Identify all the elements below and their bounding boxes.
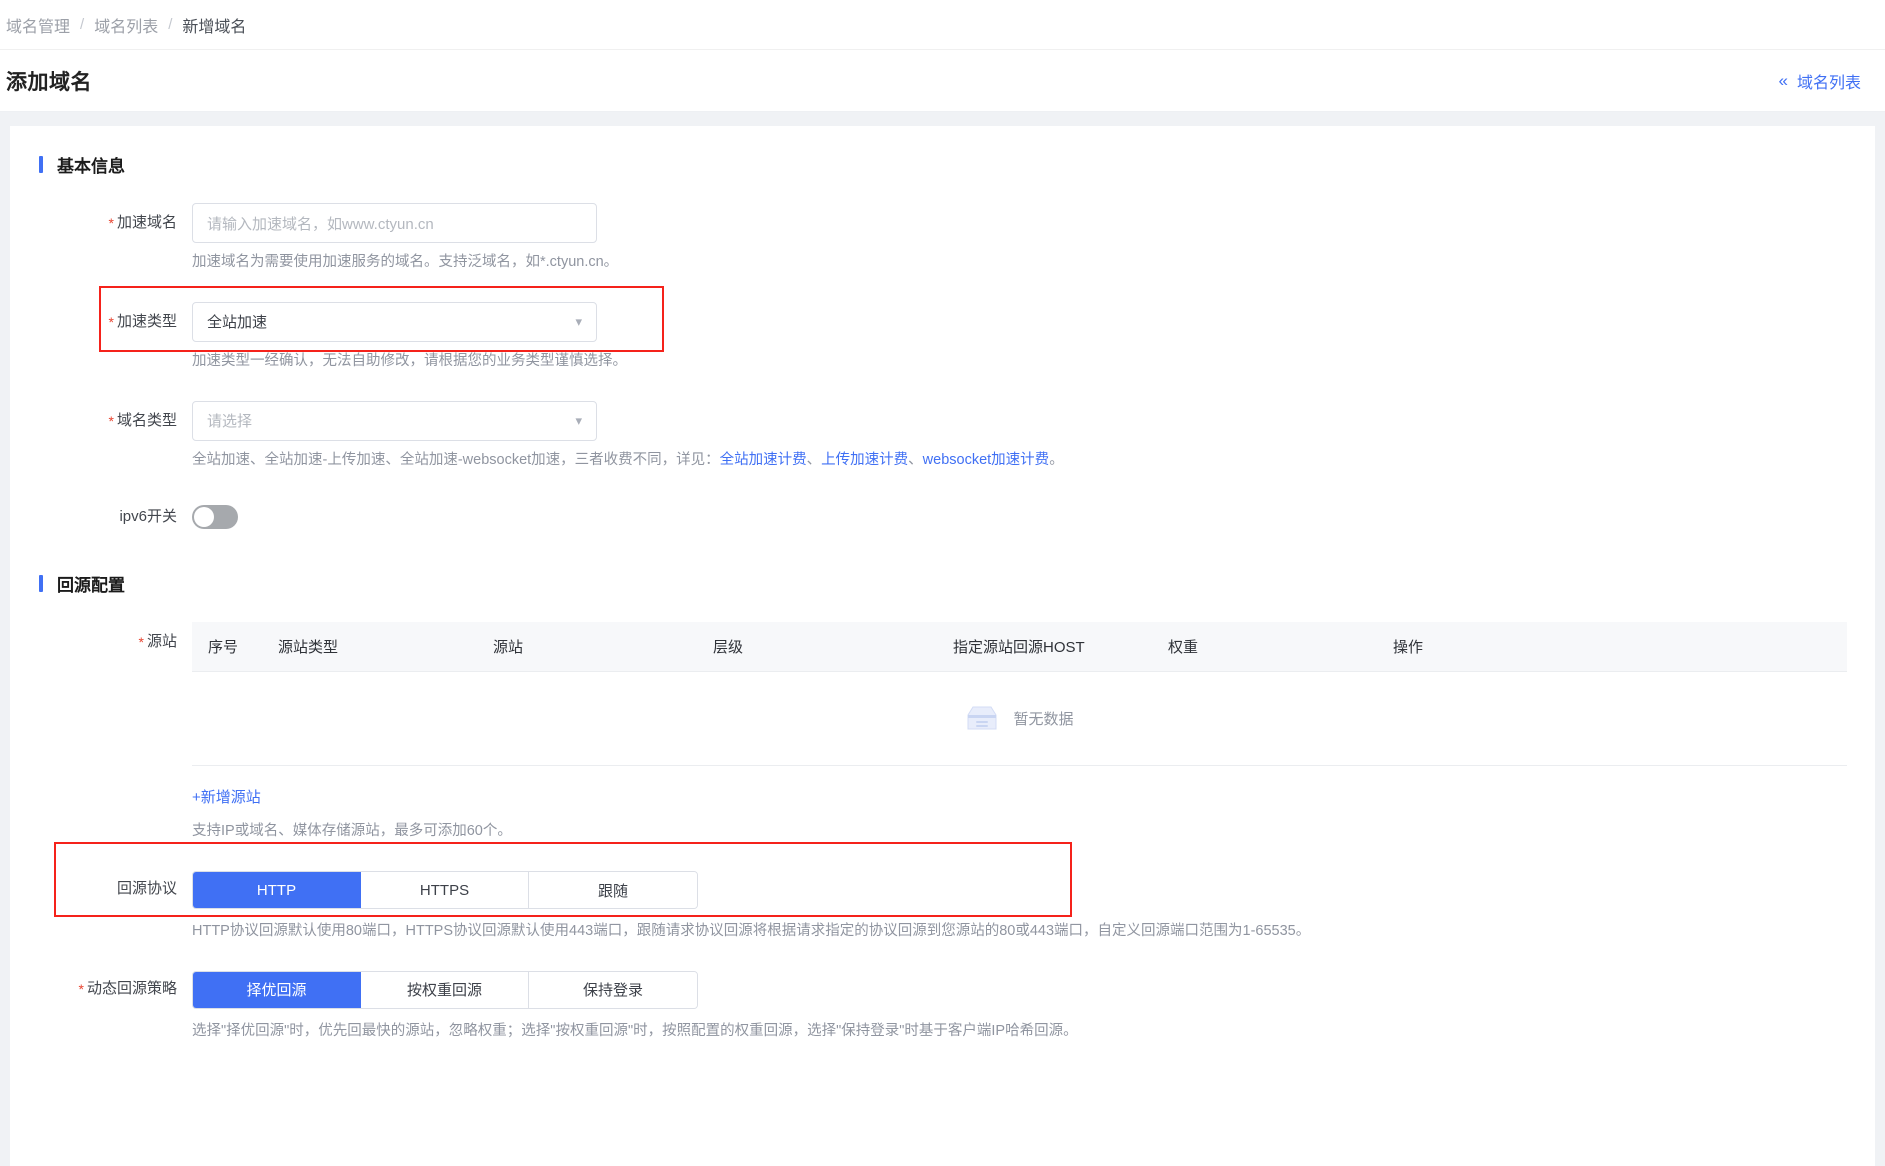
breadcrumb-item-domain-list[interactable]: 域名列表 xyxy=(94,13,158,37)
link-separator: 、 xyxy=(908,451,923,468)
hint-domain-type: 全站加速、全站加速-上传加速、全站加速-websocket加速，三者收费不同，详… xyxy=(192,450,1875,472)
required-asterisk: * xyxy=(78,980,84,997)
empty-box-icon xyxy=(967,706,997,730)
origin-protocol-option-http[interactable]: HTTP xyxy=(193,872,361,908)
section-origin-config-title: 回源配置 xyxy=(39,571,1875,596)
field-row-accel-type: * 加速类型 全站加速 ▾ 加速类型一经确认，无法自助修改，请根据您的业务类型谨慎… xyxy=(10,301,1875,373)
section-accent-bar xyxy=(39,156,43,173)
double-chevron-left-icon: « xyxy=(1778,71,1788,90)
column-header-level: 层级 xyxy=(697,622,937,673)
accel-domain-input[interactable]: 请输入加速域名，如www.ctyun.cn xyxy=(192,203,597,243)
label-accel-type: * 加速类型 xyxy=(10,302,192,342)
empty-state: 暂无数据 xyxy=(193,705,1846,733)
hint-origin: 支持IP或域名、媒体存储源站，最多可添加60个。 xyxy=(192,823,512,840)
breadcrumb-separator: / xyxy=(80,16,85,33)
origin-protocol-group: HTTP HTTPS 跟随 xyxy=(192,871,698,909)
page-header: 添加域名 « 域名列表 xyxy=(0,50,1885,112)
hint-domain-type-suffix: 。 xyxy=(1049,451,1064,468)
label-ipv6: ipv6开关 xyxy=(119,508,177,526)
required-asterisk: * xyxy=(108,313,114,330)
label-accel-domain: * 加速域名 xyxy=(10,203,192,243)
origin-protocol-option-follow[interactable]: 跟随 xyxy=(529,872,697,908)
column-header-actions: 操作 xyxy=(1377,622,1847,673)
column-header-origin-host: 指定源站回源HOST xyxy=(937,622,1152,673)
field-row-ipv6: ipv6开关 xyxy=(10,497,1875,537)
back-link-label: 域名列表 xyxy=(1796,74,1861,92)
accel-domain-placeholder: 请输入加速域名，如www.ctyun.cn xyxy=(207,215,434,233)
field-row-origin-table: * 源站 序号 源站类型 源站 层级 指定源站回源HOST 权重 操作 暂无数据… xyxy=(10,622,1875,843)
required-asterisk: * xyxy=(108,412,114,429)
empty-state-text: 暂无数据 xyxy=(1013,711,1074,729)
column-header-weight: 权重 xyxy=(1152,622,1377,673)
hint-origin-protocol: HTTP协议回源默认使用80端口，HTTPS协议回源默认使用443端口，跟随请求… xyxy=(192,923,1311,939)
label-origin-protocol: 回源协议 xyxy=(116,880,177,897)
table-empty-row: 暂无数据 xyxy=(192,671,1847,767)
chevron-down-icon: ▾ xyxy=(575,314,582,330)
toggle-knob xyxy=(194,507,214,528)
required-asterisk: * xyxy=(108,215,114,232)
form-card: 基本信息 * 加速域名 请输入加速域名，如www.ctyun.cn 加速域名为需要… xyxy=(10,126,1875,1166)
column-header-origin-type: 源站类型 xyxy=(262,622,477,673)
dynamic-policy-option-best[interactable]: 择优回源 xyxy=(193,971,361,1008)
breadcrumb-item-add-domain: 新增域名 xyxy=(182,18,247,36)
label-text: 加速类型 xyxy=(116,312,177,330)
link-upload-accel-billing[interactable]: 上传加速计费 xyxy=(821,452,908,468)
link-websocket-accel-billing[interactable]: websocket加速计费 xyxy=(923,452,1050,468)
label-text: 加速域名 xyxy=(116,214,177,231)
add-origin-button[interactable]: +新增源站 xyxy=(192,786,261,807)
label-dynamic-policy: * 动态回源策略 xyxy=(10,971,192,1007)
label-origin: * 源站 xyxy=(10,622,192,662)
chevron-down-icon: ▾ xyxy=(575,413,582,428)
hint-accel-domain: 加速域名为需要使用加速服务的域名。支持泛域名，如*.ctyun.cn。 xyxy=(192,254,619,270)
required-asterisk: * xyxy=(138,634,144,651)
hint-domain-type-prefix: 全站加速、全站加速-上传加速、全站加速-websocket加速，三者收费不同，详… xyxy=(192,451,720,468)
origin-protocol-option-https[interactable]: HTTPS xyxy=(361,872,529,908)
link-separator: 、 xyxy=(806,451,822,468)
domain-type-value: 请选择 xyxy=(207,413,253,430)
dynamic-policy-option-weighted[interactable]: 按权重回源 xyxy=(361,971,529,1008)
domain-type-select[interactable]: 请选择 ▾ xyxy=(192,400,597,441)
column-header-origin: 源站 xyxy=(477,622,697,673)
field-row-accel-domain: * 加速域名 请输入加速域名，如www.ctyun.cn 加速域名为需要使用加速服… xyxy=(10,203,1875,274)
hint-accel-type: 加速类型一经确认，无法自助修改，请根据您的业务类型谨慎选择。 xyxy=(192,352,627,369)
section-title-text: 基本信息 xyxy=(57,157,125,176)
field-row-origin-protocol: 回源协议 HTTP HTTPS 跟随 HTTP协议回源默认使用80端口，HTTP… xyxy=(10,871,1875,943)
section-basic-info-title: 基本信息 xyxy=(39,152,1875,177)
label-text: 动态回源策略 xyxy=(86,979,177,997)
page-title: 添加域名 xyxy=(6,70,92,94)
label-text: 域名类型 xyxy=(116,411,177,429)
ipv6-toggle[interactable] xyxy=(192,505,238,530)
label-text: 源站 xyxy=(146,633,177,651)
field-row-dynamic-policy: * 动态回源策略 择优回源 按权重回源 保持登录 选择"择优回源"时，优先回最快的… xyxy=(10,970,1875,1043)
table-empty-cell: 暂无数据 xyxy=(192,671,1847,767)
breadcrumb-separator: / xyxy=(168,16,173,33)
section-accent-bar xyxy=(39,575,43,593)
section-title-text: 回源配置 xyxy=(57,576,125,596)
table-header-row: 序号 源站类型 源站 层级 指定源站回源HOST 权重 操作 xyxy=(192,622,1847,673)
dynamic-policy-option-keeplogin[interactable]: 保持登录 xyxy=(529,971,697,1008)
dynamic-policy-group: 择优回源 按权重回源 保持登录 xyxy=(192,970,698,1009)
breadcrumb: 域名管理 / 域名列表 / 新增域名 xyxy=(0,0,1885,50)
column-header-index: 序号 xyxy=(192,622,262,673)
hint-dynamic-policy: 选择"择优回源"时，优先回最快的源站，忽略权重；选择"按权重回源"时，按照配置的… xyxy=(192,1022,1078,1039)
accel-type-value: 全站加速 xyxy=(207,314,268,332)
label-domain-type: * 域名类型 xyxy=(10,401,192,441)
link-whole-site-billing[interactable]: 全站加速计费 xyxy=(720,452,807,468)
breadcrumb-item-domain-management[interactable]: 域名管理 xyxy=(6,13,70,37)
origin-table: 序号 源站类型 源站 层级 指定源站回源HOST 权重 操作 暂无数据 xyxy=(192,622,1847,767)
back-to-domain-list-link[interactable]: « 域名列表 xyxy=(1779,69,1861,93)
accel-type-select[interactable]: 全站加速 ▾ xyxy=(192,301,597,342)
field-row-domain-type: * 域名类型 请选择 ▾ 全站加速、全站加速-上传加速、全站加速-websocke… xyxy=(10,400,1875,472)
